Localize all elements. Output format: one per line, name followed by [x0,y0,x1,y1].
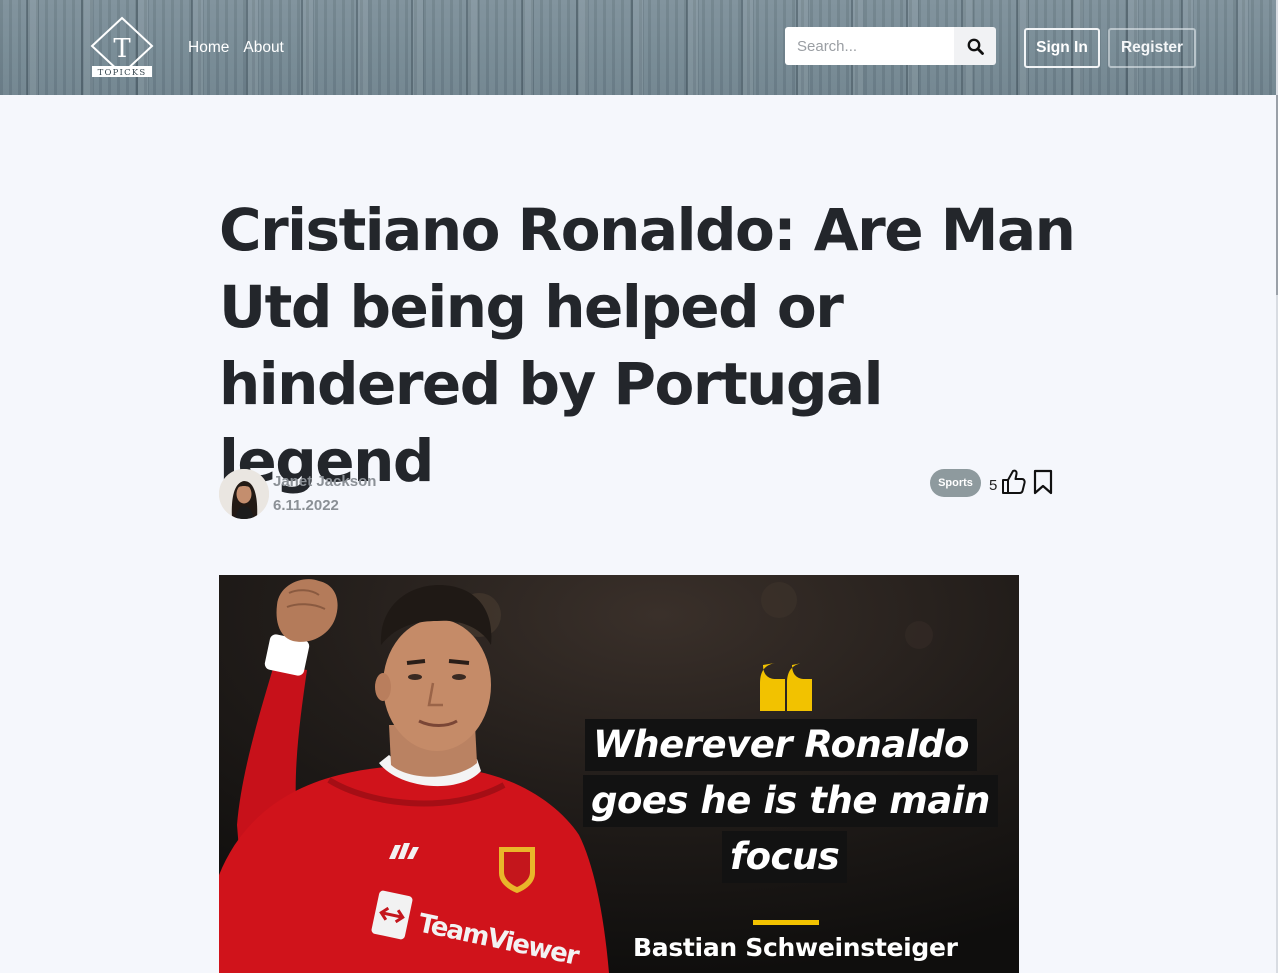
sign-in-button[interactable]: Sign In [1024,28,1100,68]
register-button[interactable]: Register [1108,28,1196,68]
article-hero-image: TeamViewer Wherever Ronaldo goes he is t… [219,575,1019,973]
top-navbar: T TOPICKS Home About Sign In Register [0,0,1276,95]
quote-author: Bastian Schweinsteiger [633,933,958,962]
nav-about-link[interactable]: About [243,39,284,57]
svg-text:TOPICKS: TOPICKS [98,68,147,78]
thumbs-up-icon[interactable] [1000,468,1027,500]
author-avatar[interactable] [219,469,269,519]
search-bar [785,27,996,65]
nav-home-link[interactable]: Home [188,39,229,57]
site-logo[interactable]: T TOPICKS [89,16,155,80]
like-count: 5 [989,477,998,494]
quote-line-1: Wherever Ronaldo [585,719,977,771]
quote-line-3: focus [722,831,848,883]
author-name[interactable]: Janet Jackson [273,473,376,490]
publish-date: 6.11.2022 [273,497,339,514]
article-title: Cristiano Ronaldo: Are Man Utd being hel… [219,196,1076,495]
search-button[interactable] [954,27,996,65]
main-nav: Home About [188,39,284,57]
quote-line-2: goes he is the main [583,775,998,827]
category-badge[interactable]: Sports [930,469,981,497]
search-input[interactable] [785,27,954,65]
svg-text:T: T [113,34,131,64]
search-icon [967,38,984,55]
bookmark-icon[interactable] [1032,469,1054,500]
